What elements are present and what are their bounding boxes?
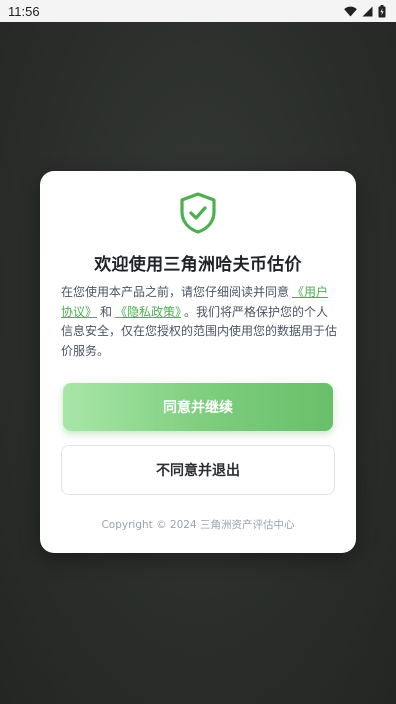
status-bar: 11:56 (0, 0, 396, 22)
copyright-text: Copyright © 2024 三角洲资产评估中心 (101, 519, 295, 531)
battery-icon (378, 4, 386, 17)
dialog-title: 欢迎使用三角洲哈夫币估价 (94, 255, 302, 275)
wifi-icon (344, 6, 357, 16)
agree-button[interactable]: 同意并继续 (63, 383, 333, 431)
privacy-policy-link[interactable]: 《隐私政策》 (115, 305, 181, 319)
dialog-description: 在您使用本产品之前，请您仔细阅读并同意 《用户协议》和《隐私政策》 。我们将严格保护… (61, 283, 337, 361)
status-time: 11:56 (8, 3, 40, 19)
shield-check-icon (180, 192, 216, 234)
description-and: 和 (100, 304, 113, 319)
description-intro: 在您使用本产品之前，请您仔细阅读并同意 (61, 285, 290, 299)
status-icons (344, 4, 386, 18)
disagree-button[interactable]: 不同意并退出 (61, 445, 335, 495)
consent-dialog: 欢迎使用三角洲哈夫币估价 在您使用本产品之前，请您仔细阅读并同意 《用户协议》和《… (40, 171, 356, 553)
signal-icon (362, 6, 373, 16)
